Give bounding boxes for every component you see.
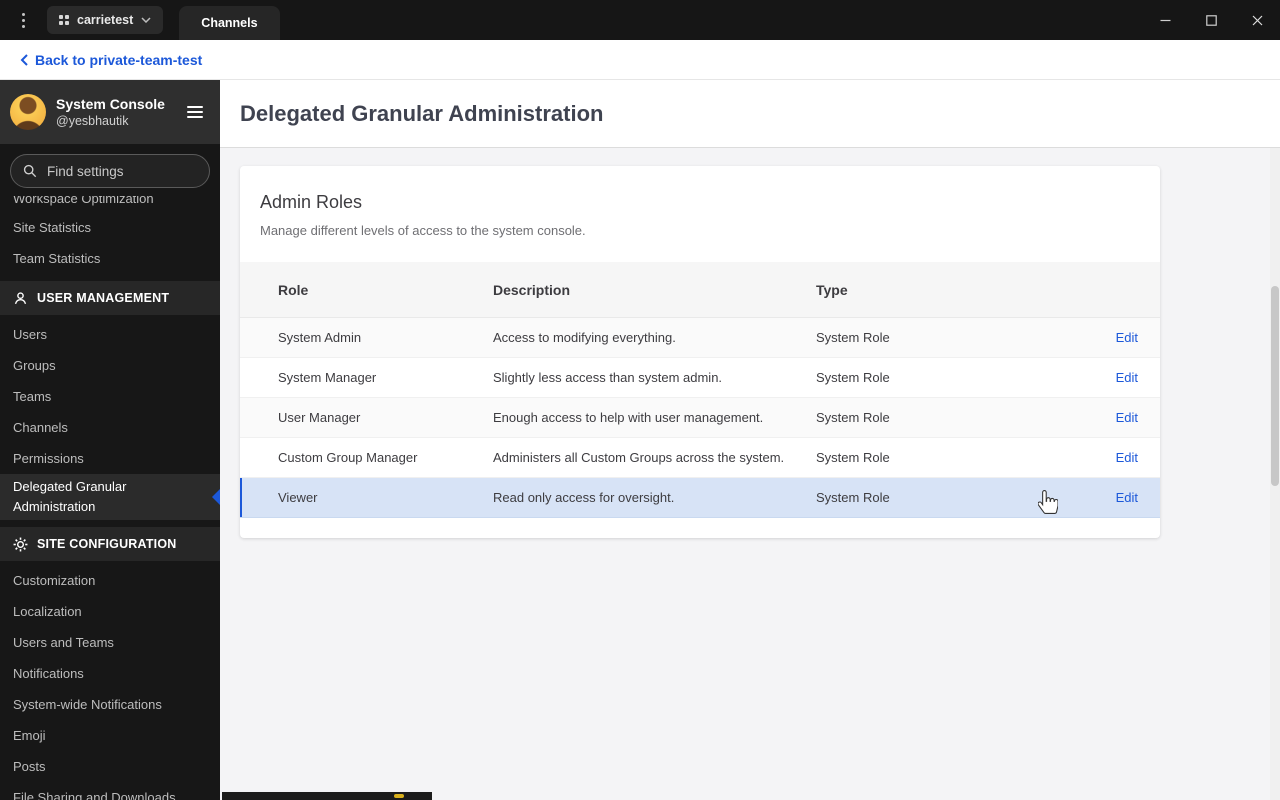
column-description: Description xyxy=(493,281,571,298)
hamburger-icon[interactable] xyxy=(184,103,206,121)
sidebar-item-workspace-optimization[interactable]: Workspace Optimization xyxy=(0,196,220,212)
description-cell: Slightly less access than system admin. xyxy=(493,370,723,385)
close-button[interactable] xyxy=(1234,0,1280,40)
sidebar-item-users[interactable]: Users xyxy=(0,319,220,350)
section-user-management: USER MANAGEMENT xyxy=(0,281,220,315)
console-username: @yesbhautik xyxy=(56,113,129,128)
scrolled-item-clip: Workspace Optimization xyxy=(0,196,220,212)
app-window: carrietest Channels Back to private-team… xyxy=(0,0,1280,800)
table-body: System Admin Access to modifying everyth… xyxy=(240,318,1160,518)
maximize-icon xyxy=(1205,14,1217,26)
minimize-button[interactable] xyxy=(1142,0,1188,40)
chevron-down-icon xyxy=(141,17,151,23)
minimize-icon xyxy=(1160,19,1170,21)
edit-link[interactable]: Edit xyxy=(1116,450,1138,465)
sidebar-item-localization[interactable]: Localization xyxy=(0,596,220,627)
sidebar-item-teams[interactable]: Teams xyxy=(0,381,220,412)
console-title: System Console xyxy=(56,95,165,112)
page-header: Delegated Granular Administration xyxy=(220,80,1280,148)
sidebar-item-posts[interactable]: Posts xyxy=(0,751,220,782)
table-row-system-manager: System Manager Slightly less access than… xyxy=(240,358,1160,398)
search-pill[interactable] xyxy=(10,154,210,188)
section-label: SITE CONFIGURATION xyxy=(37,537,177,551)
sidebar-item-emoji[interactable]: Emoji xyxy=(0,720,220,751)
type-cell: System Role xyxy=(816,450,890,465)
sidebar-item-file-sharing-and-downloads[interactable]: File Sharing and Downloads xyxy=(0,782,220,800)
sidebar-item-notifications[interactable]: Notifications xyxy=(0,658,220,689)
vertical-scrollbar[interactable] xyxy=(1270,148,1280,800)
table-row-custom-group-manager: Custom Group Manager Administers all Cus… xyxy=(240,438,1160,478)
description-cell: Read only access for oversight. xyxy=(493,490,675,505)
table-row-user-manager: User Manager Enough access to help with … xyxy=(240,398,1160,438)
card-header: Admin Roles Manage different levels of a… xyxy=(240,166,1160,262)
chevron-left-icon xyxy=(20,53,28,66)
maximize-button[interactable] xyxy=(1188,0,1234,40)
window-controls xyxy=(1142,0,1280,40)
admin-roles-card: Admin Roles Manage different levels of a… xyxy=(240,166,1160,538)
sidebar-item-users-and-teams[interactable]: Users and Teams xyxy=(0,627,220,658)
server-selector-button[interactable]: carrietest xyxy=(47,6,164,34)
sidebar-item-customization[interactable]: Customization xyxy=(0,565,220,596)
type-cell: System Role xyxy=(816,490,890,505)
role-cell: System Admin xyxy=(278,330,362,345)
system-console-sidebar: System Console @yesbhautik Workspace Opt… xyxy=(0,80,220,800)
sidebar-titles: System Console @yesbhautik xyxy=(56,95,174,129)
titlebar: carrietest Channels xyxy=(0,0,1280,40)
edit-link[interactable]: Edit xyxy=(1116,410,1138,425)
edit-link[interactable]: Edit xyxy=(1116,490,1138,505)
table-header-row: Role Description Type xyxy=(240,262,1160,318)
kebab-menu-icon[interactable] xyxy=(18,9,29,32)
sidebar-nav: Workspace Optimization Site Statistics T… xyxy=(0,196,220,800)
sidebar-header: System Console @yesbhautik xyxy=(0,80,220,144)
close-icon xyxy=(1252,15,1262,25)
search-input[interactable] xyxy=(45,162,197,180)
role-cell: Custom Group Manager xyxy=(278,450,418,465)
back-bar: Back to private-team-test xyxy=(0,40,1280,80)
gear-icon xyxy=(13,537,28,552)
back-link-label: Back to private-team-test xyxy=(35,51,203,68)
sidebar-item-channels[interactable]: Channels xyxy=(0,412,220,443)
role-cell: System Manager xyxy=(278,370,377,385)
page-title: Delegated Granular Administration xyxy=(240,100,604,126)
main-panel: Delegated Granular Administration Admin … xyxy=(220,80,1280,800)
column-role: Role xyxy=(278,281,309,298)
sidebar-item-system-wide-notifications[interactable]: System-wide Notifications xyxy=(0,689,220,720)
page-content: Admin Roles Manage different levels of a… xyxy=(220,148,1280,538)
description-cell: Enough access to help with user manageme… xyxy=(493,410,764,425)
card-description: Manage different levels of access to the… xyxy=(260,223,586,238)
server-name: carrietest xyxy=(77,13,134,27)
description-cell: Administers all Custom Groups across the… xyxy=(493,450,785,465)
column-type: Type xyxy=(816,281,848,298)
table-row-system-admin: System Admin Access to modifying everyth… xyxy=(240,318,1160,358)
sidebar-item-site-statistics[interactable]: Site Statistics xyxy=(0,212,220,243)
type-cell: System Role xyxy=(816,330,890,345)
sidebar-item-delegated-granular-administration[interactable]: Delegated Granular Administration xyxy=(0,474,220,520)
table-row-viewer: Viewer Read only access for oversight. S… xyxy=(240,478,1160,518)
role-cell: Viewer xyxy=(278,490,318,505)
scrollbar-thumb[interactable] xyxy=(1271,286,1279,486)
grid-icon xyxy=(59,15,69,25)
type-cell: System Role xyxy=(816,410,890,425)
sidebar-search xyxy=(0,144,220,196)
description-cell: Access to modifying everything. xyxy=(493,330,676,345)
role-cell: User Manager xyxy=(278,410,361,425)
edit-link[interactable]: Edit xyxy=(1116,330,1138,345)
search-icon xyxy=(23,164,37,178)
avatar[interactable] xyxy=(10,94,46,130)
sidebar-item-permissions[interactable]: Permissions xyxy=(0,443,220,474)
back-link[interactable]: Back to private-team-test xyxy=(20,52,202,68)
tab-channels[interactable]: Channels xyxy=(179,6,280,40)
type-cell: System Role xyxy=(816,370,890,385)
background-artifact xyxy=(222,792,432,800)
sidebar-item-groups[interactable]: Groups xyxy=(0,350,220,381)
users-icon xyxy=(13,291,28,306)
card-title: Admin Roles xyxy=(260,192,363,212)
section-label: USER MANAGEMENT xyxy=(37,291,170,305)
sidebar-item-team-statistics[interactable]: Team Statistics xyxy=(0,243,220,274)
edit-link[interactable]: Edit xyxy=(1116,370,1138,385)
section-site-configuration: SITE CONFIGURATION xyxy=(0,527,220,561)
